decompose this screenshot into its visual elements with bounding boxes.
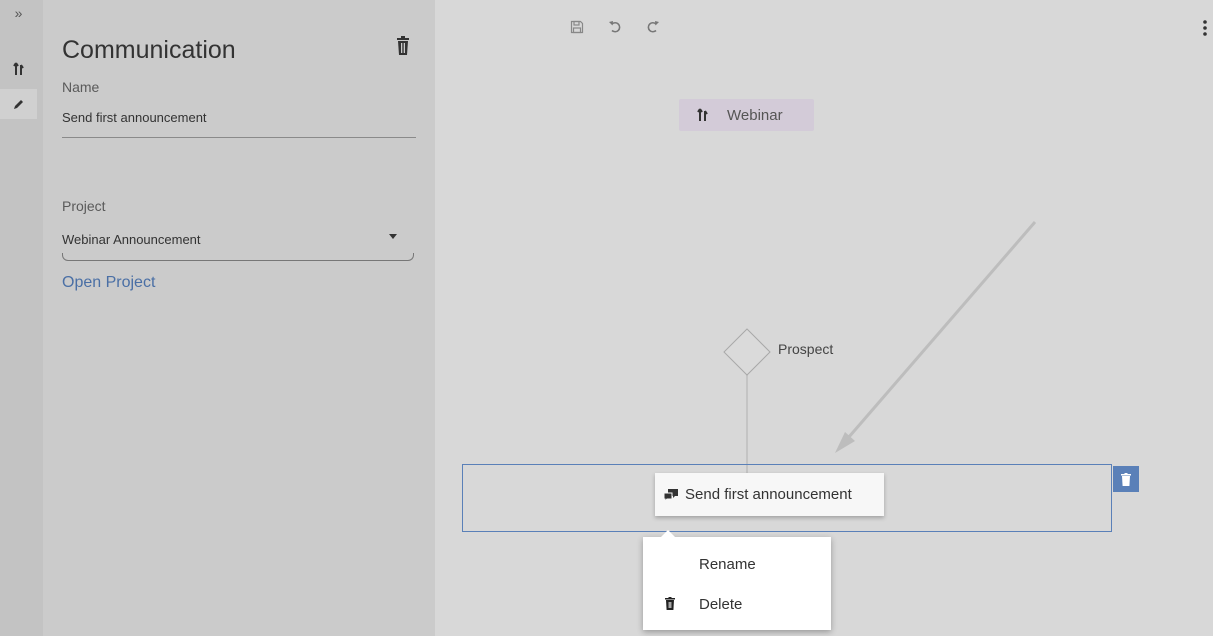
delete-menu-item[interactable]: Delete (643, 585, 831, 623)
open-project-link[interactable]: Open Project (62, 274, 155, 292)
chat-bubbles-icon (663, 488, 678, 502)
incoming-arrow-line (840, 221, 1037, 446)
flow-rail-button[interactable] (0, 54, 37, 84)
delete-label: Delete (699, 595, 743, 613)
step-node-label: Send first announcement (685, 486, 852, 503)
chevron-down-icon[interactable] (389, 234, 397, 239)
expand-panel-icon[interactable]: » (0, 0, 37, 26)
panel-title: Communication (62, 36, 236, 64)
name-input[interactable] (62, 110, 416, 125)
communication-step-node[interactable]: Send first announcement (655, 473, 884, 516)
trash-icon (1121, 472, 1131, 486)
decision-diamond[interactable] (723, 328, 771, 376)
split-flow-icon (12, 62, 24, 75)
edit-rail-button[interactable] (0, 89, 37, 119)
decision-label: Prospect (778, 341, 834, 357)
trash-icon (665, 597, 675, 610)
rename-menu-item[interactable]: Rename (643, 545, 831, 583)
webinar-node-label: Webinar (727, 106, 783, 124)
delete-selection-button[interactable] (1113, 466, 1139, 492)
pencil-icon (13, 100, 23, 109)
icon-rail: » (0, 0, 43, 636)
delete-communication-trash-icon[interactable] (395, 36, 411, 56)
split-flow-icon (697, 108, 708, 121)
name-label: Name (62, 79, 100, 95)
flow-canvas[interactable]: Webinar Prospect Send first announcement… (435, 0, 1213, 636)
project-select-outline (62, 253, 414, 261)
project-label: Project (62, 198, 106, 214)
webinar-node[interactable]: Webinar (679, 99, 814, 131)
context-menu: Rename Delete (643, 530, 831, 630)
rename-label: Rename (699, 555, 756, 573)
name-input-underline (62, 137, 416, 138)
properties-panel: Communication Name Project Webinar Annou… (43, 0, 435, 636)
project-select[interactable]: Webinar Announcement (62, 232, 416, 247)
